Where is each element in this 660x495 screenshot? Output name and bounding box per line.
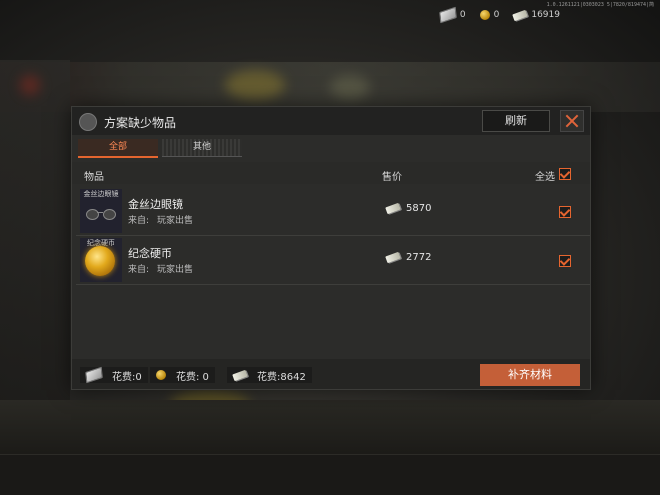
item-thumbnail: 纪念硬币 (80, 238, 122, 282)
background-side-panel (0, 60, 70, 440)
item-checkbox[interactable] (559, 255, 571, 267)
background-bottom-bar (0, 454, 660, 495)
background-item (225, 70, 285, 100)
tab-all[interactable]: 全部 (78, 139, 158, 158)
cash-icon (512, 9, 529, 21)
ticket-icon (85, 366, 103, 384)
missing-items-dialog: 方案缺少物品 刷新 全部 其他 物品 售价 全选 金丝边眼镜 金丝边眼镜 来自:… (71, 106, 591, 390)
coin-icon (85, 246, 115, 276)
dialog-header: 方案缺少物品 刷新 (72, 107, 590, 135)
source-label: 来自: (128, 265, 150, 275)
coin-currency: 0 (479, 10, 500, 20)
background-item (20, 75, 40, 95)
thumbnail-label: 金丝边眼镜 (83, 190, 119, 198)
glasses-icon (85, 207, 117, 221)
select-all-label: 全选 (535, 172, 555, 183)
item-name: 金丝边眼镜 (128, 198, 183, 211)
tab-bar: 全部 其他 (78, 139, 242, 158)
item-source: 来自: 玩家出售 (128, 213, 193, 226)
version-text: 1.0.1261121|0303023 5|7820/819474|简 (546, 2, 654, 8)
cash-count: 16919 (531, 10, 560, 20)
item-checkbox[interactable] (559, 206, 571, 218)
ticket-cost: 花费:0 (80, 366, 148, 384)
table-header: 物品 售价 全选 (72, 162, 590, 184)
source-value: 玩家出售 (157, 216, 194, 226)
select-all-checkbox[interactable] (559, 168, 571, 180)
item-name: 纪念硬币 (128, 247, 172, 260)
column-price: 售价 (382, 172, 402, 183)
item-source: 来自: 玩家出售 (128, 262, 193, 275)
ticket-cost-value: 花费:0 (112, 371, 142, 383)
ticket-count: 0 (459, 10, 466, 20)
coin-count: 0 (493, 10, 500, 20)
background-item (330, 75, 370, 100)
close-icon[interactable] (560, 110, 584, 132)
coin-icon (479, 10, 490, 20)
dialog-logo-icon (79, 113, 97, 131)
table-row: 金丝边眼镜 金丝边眼镜 来自: 玩家出售 5870 (76, 187, 590, 236)
ticket-icon (439, 6, 457, 24)
price-value: 5870 (406, 203, 432, 214)
currency-bar: 0 0 16919 (432, 6, 560, 24)
coin-icon (156, 370, 166, 380)
item-price: 5870 (385, 202, 432, 215)
source-value: 玩家出售 (157, 265, 194, 275)
refresh-button[interactable]: 刷新 (482, 110, 550, 132)
coin-cost: 花费: 0 (150, 367, 215, 383)
item-thumbnail: 金丝边眼镜 (80, 189, 122, 233)
item-price: 2772 (385, 251, 432, 264)
coin-cost-value: 花费: 0 (176, 371, 209, 383)
source-label: 来自: (128, 216, 150, 226)
price-value: 2772 (406, 252, 432, 263)
tab-other[interactable]: 其他 (162, 139, 242, 157)
ticket-currency: 0 (439, 6, 466, 24)
cash-icon (385, 202, 401, 215)
cash-cost-value: 花费:8642 (257, 371, 306, 383)
dialog-title: 方案缺少物品 (104, 116, 177, 130)
cash-icon (385, 251, 401, 264)
cash-currency: 16919 (512, 9, 560, 21)
cash-icon (232, 369, 248, 381)
column-item: 物品 (84, 172, 104, 183)
cash-cost: 花费:8642 (227, 367, 312, 383)
table-row: 纪念硬币 纪念硬币 来自: 玩家出售 2772 (76, 236, 590, 285)
fill-materials-button[interactable]: 补齐材料 (480, 364, 580, 386)
dialog-footer: 花费:0 花费: 0 花费:8642 补齐材料 (72, 359, 590, 389)
